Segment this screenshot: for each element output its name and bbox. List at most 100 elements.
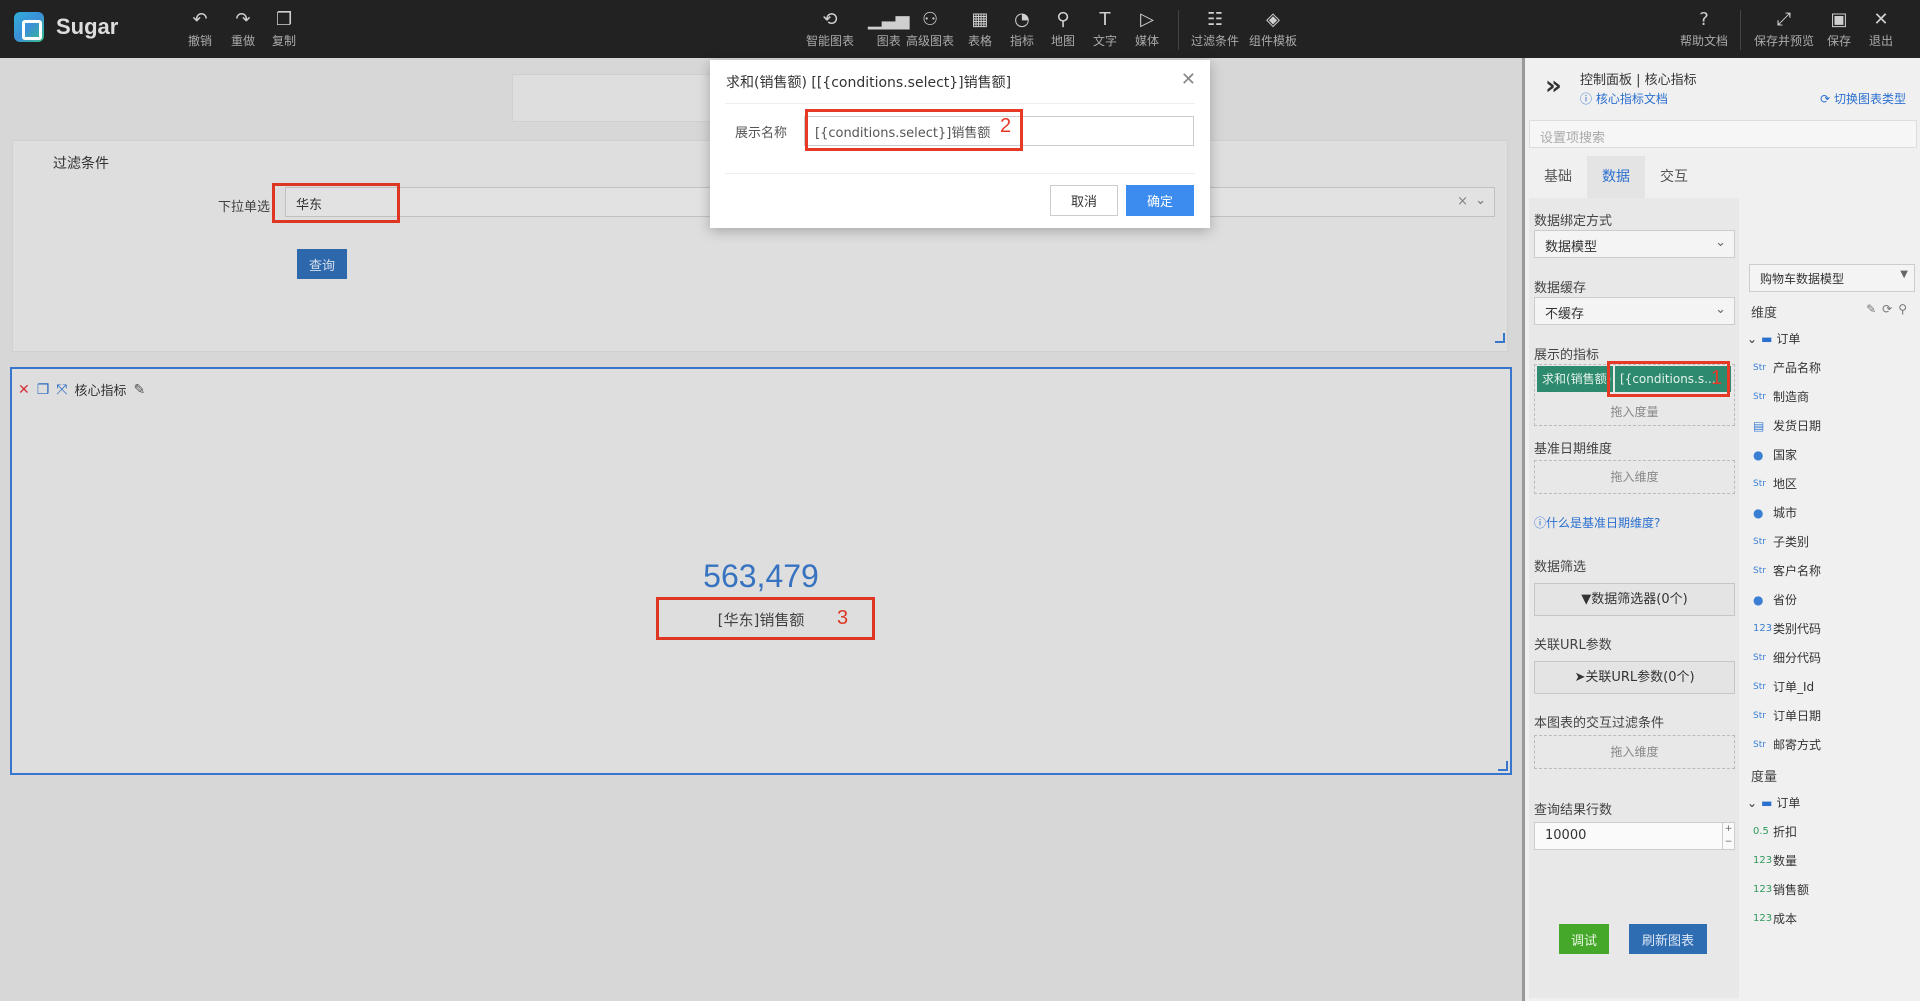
undo-button[interactable]: ↶ 撤销 xyxy=(188,10,212,49)
undo-label: 撤销 xyxy=(188,34,213,48)
confirm-button[interactable]: 确定 xyxy=(1126,185,1194,216)
field-item[interactable]: Str 订单日期 xyxy=(1753,707,1821,724)
measure-item[interactable]: 123 销售额 xyxy=(1753,881,1809,898)
field-item[interactable]: ● 省份 xyxy=(1753,591,1797,608)
copy-button[interactable]: ❐ 复制 xyxy=(272,10,296,49)
field-item[interactable]: ▤ 发货日期 xyxy=(1753,417,1821,434)
folder-icon: ▬ xyxy=(1761,795,1773,810)
advanced-chart-icon: ⚇ xyxy=(921,9,939,30)
stepper-icon[interactable]: + − xyxy=(1722,823,1734,849)
save-button[interactable]: ▣ 保存 xyxy=(1827,10,1851,49)
string-type-icon: Str xyxy=(1753,362,1766,373)
data-filter-label: 数据筛选 xyxy=(1534,560,1587,575)
drop-measure-hint: 拖入度量 xyxy=(1610,405,1659,419)
data-filter-button[interactable]: ▼数据筛选器(0个) xyxy=(1534,583,1735,616)
tab-data[interactable]: 数据 xyxy=(1587,156,1645,198)
tab-basic[interactable]: 基础 xyxy=(1529,156,1587,198)
settings-search-input[interactable]: 设置项搜索 xyxy=(1529,120,1917,148)
field-name: 订单_Id xyxy=(1773,680,1815,694)
interact-filter-label: 本图表的交互过滤条件 xyxy=(1534,716,1665,731)
field-item[interactable]: ● 国家 xyxy=(1753,446,1797,463)
field-name: 产品名称 xyxy=(1773,361,1822,375)
component-template-icon: ◈ xyxy=(1266,9,1280,30)
divider xyxy=(725,103,1195,104)
field-item[interactable]: ● 城市 xyxy=(1753,504,1797,521)
send-icon: ➤ xyxy=(1574,670,1586,685)
media-button[interactable]: ▷ 媒体 xyxy=(1135,10,1159,49)
gauge-button[interactable]: ◔ 指标 xyxy=(1010,10,1034,49)
field-item[interactable]: Str 制造商 xyxy=(1753,388,1809,405)
map-button[interactable]: ⚲ 地图 xyxy=(1051,10,1075,49)
close-icon[interactable]: ✕ xyxy=(1181,69,1196,90)
metric-chip-sum[interactable]: 求和(销售额) xyxy=(1537,366,1613,392)
exit-button[interactable]: ✕ 退出 xyxy=(1869,10,1893,49)
debug-button[interactable]: 调试 xyxy=(1559,924,1609,954)
field-item[interactable]: Str 地区 xyxy=(1753,475,1797,492)
app-logo[interactable]: Sugar xyxy=(14,12,118,42)
measure-item[interactable]: 123 数量 xyxy=(1753,852,1797,869)
switch-chart-type-link[interactable]: ⟳ 切换图表类型 xyxy=(1820,90,1906,107)
help-button[interactable]: ? 帮助文档 xyxy=(1680,10,1728,49)
number-type-icon: 123 xyxy=(1753,913,1773,924)
field-item[interactable]: Str 产品名称 xyxy=(1753,359,1821,376)
measure-name: 折扣 xyxy=(1773,825,1798,839)
string-type-icon: Str xyxy=(1753,652,1766,663)
exit-label: 退出 xyxy=(1869,34,1894,48)
base-date-help-link[interactable]: ⓘ什么是基准日期维度? xyxy=(1534,514,1660,531)
smart-chart-button[interactable]: ⟲ 智能图表 xyxy=(806,10,854,49)
dimension-folder[interactable]: ⌄ ▬ 订单 xyxy=(1747,330,1800,347)
field-item[interactable]: Str 订单_Id xyxy=(1753,678,1814,695)
measure-folder[interactable]: ⌄ ▬ 订单 xyxy=(1747,794,1800,811)
divider xyxy=(725,173,1195,174)
interact-filter-dropzone[interactable]: 拖入维度 xyxy=(1534,735,1735,769)
gauge-label: 指标 xyxy=(1010,34,1035,48)
chevron-down-icon: ⌄ xyxy=(1747,331,1758,346)
tab-interaction[interactable]: 交互 xyxy=(1645,156,1703,198)
field-item[interactable]: Str 客户名称 xyxy=(1753,562,1821,579)
component-template-button[interactable]: ◈ 组件模板 xyxy=(1249,10,1297,49)
map-icon: ⚲ xyxy=(1056,9,1070,30)
field-name: 城市 xyxy=(1773,506,1798,520)
field-item[interactable]: Str 细分代码 xyxy=(1753,649,1821,666)
dimension-tools[interactable]: ✎⟳⚲ xyxy=(1866,302,1913,316)
measure-item[interactable]: 123 成本 xyxy=(1753,910,1797,927)
chevron-down-icon: ⌄ xyxy=(1715,302,1726,317)
string-type-icon: Str xyxy=(1753,478,1766,489)
map-label: 地图 xyxy=(1051,34,1076,48)
url-param-button[interactable]: ➤关联URL参数(0个) xyxy=(1534,661,1735,694)
row-count-input[interactable]: 10000 + − xyxy=(1534,822,1735,850)
doc-link[interactable]: ⓘ 核心指标文档 xyxy=(1580,90,1668,107)
field-item[interactable]: Str 邮寄方式 xyxy=(1753,736,1821,753)
filter-condition-button[interactable]: ☷ 过滤条件 xyxy=(1191,10,1239,49)
annotation-number-1: 1 xyxy=(1711,367,1723,389)
chart-button[interactable]: ▁▃▅ 图表 xyxy=(868,10,910,49)
chart-label: 图表 xyxy=(876,34,901,48)
globe-icon: ● xyxy=(1753,447,1764,462)
field-name: 邮寄方式 xyxy=(1773,738,1822,752)
number-type-icon: 123 xyxy=(1753,884,1773,895)
data-model-select[interactable]: 购物车数据模型 ▼ xyxy=(1749,264,1915,292)
base-date-dropzone[interactable]: 拖入维度 xyxy=(1534,460,1735,494)
advanced-chart-button[interactable]: ⚇ 高级图表 xyxy=(906,10,954,49)
refresh-chart-button[interactable]: 刷新图表 xyxy=(1629,924,1707,954)
measure-item[interactable]: 0.5 折扣 xyxy=(1753,823,1797,840)
redo-button[interactable]: ↷ 重做 xyxy=(231,10,255,49)
cache-value: 不缓存 xyxy=(1545,307,1585,322)
field-name: 细分代码 xyxy=(1773,651,1822,665)
field-name: 子类别 xyxy=(1773,535,1810,549)
bind-mode-select[interactable]: 数据模型 ⌄ xyxy=(1534,230,1735,258)
switch-chart-type-label: 切换图表类型 xyxy=(1833,92,1906,106)
save-label: 保存 xyxy=(1827,34,1852,48)
string-type-icon: Str xyxy=(1753,391,1766,402)
save-preview-button[interactable]: ⤢ 保存并预览 xyxy=(1754,10,1814,49)
table-button[interactable]: ▦ 表格 xyxy=(968,10,992,49)
cache-select[interactable]: 不缓存 ⌄ xyxy=(1534,297,1735,325)
base-date-label: 基准日期维度 xyxy=(1534,442,1613,457)
field-item[interactable]: 123 类别代码 xyxy=(1753,620,1821,637)
text-button[interactable]: T 文字 xyxy=(1093,10,1117,49)
table-icon: ▦ xyxy=(971,9,989,30)
cancel-button[interactable]: 取消 xyxy=(1050,185,1118,216)
collapse-panel-icon[interactable]: » xyxy=(1545,71,1562,101)
field-item[interactable]: Str 子类别 xyxy=(1753,533,1809,550)
control-panel: » 控制面板 | 核心指标 ⓘ 核心指标文档 ⟳ 切换图表类型 设置项搜索 基础… xyxy=(1522,58,1920,1001)
